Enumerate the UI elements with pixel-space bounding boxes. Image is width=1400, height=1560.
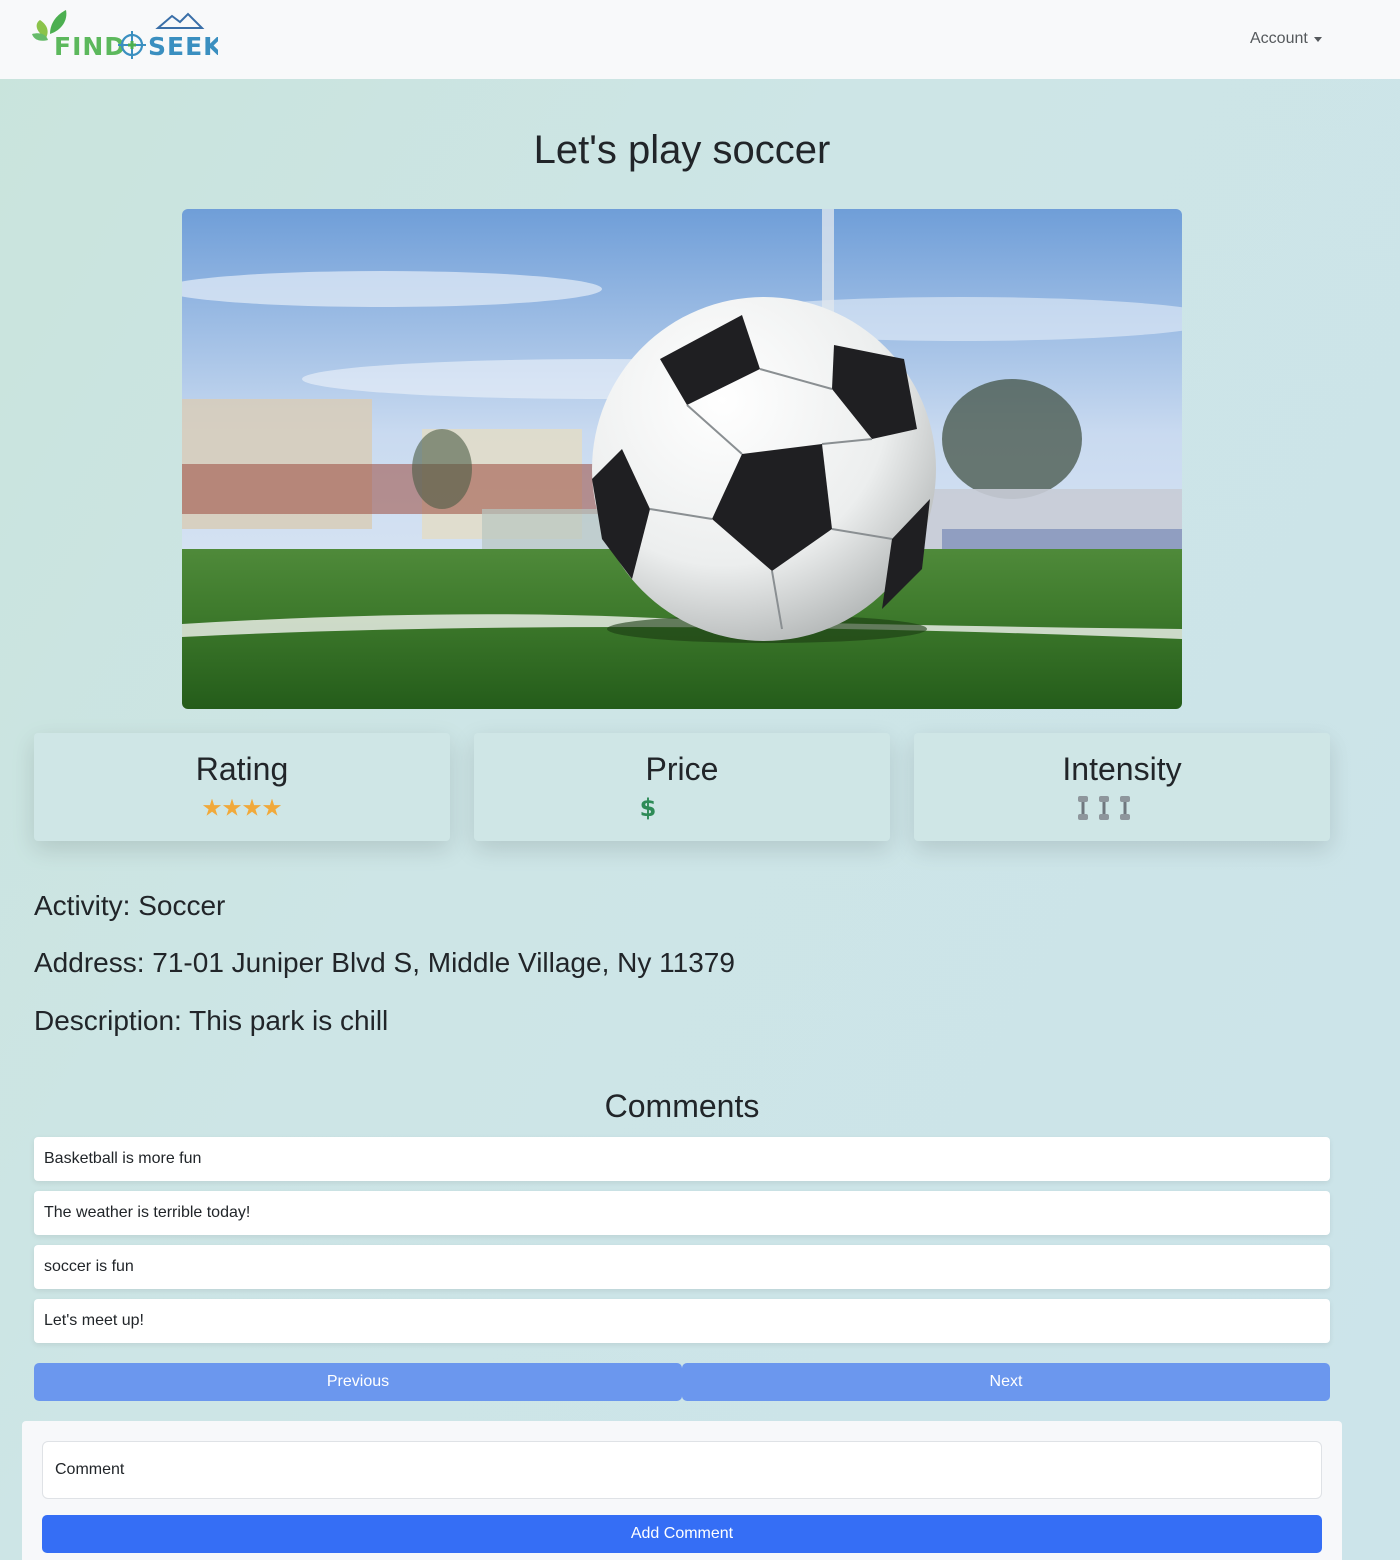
dumbbell-icon — [1120, 796, 1130, 820]
star-icon — [202, 798, 222, 816]
dumbbell-icon — [1099, 796, 1109, 820]
dollar-icon: $ — [639, 794, 657, 822]
navbar: FIND SEEK Account — [0, 0, 1400, 79]
next-button[interactable]: Next — [682, 1363, 1330, 1401]
comment-item: Let's meet up! — [34, 1299, 1330, 1343]
svg-text:FIND: FIND — [54, 32, 126, 61]
activity-image — [182, 209, 1182, 709]
intensity-indicator — [914, 794, 1294, 822]
page-title: Let's play soccer — [533, 128, 831, 172]
address-detail: Address: 71-01 Juniper Blvd S, Middle Vi… — [34, 947, 735, 978]
caret-down-icon — [1313, 37, 1322, 42]
rating-stars — [34, 794, 450, 822]
dumbbell-icon — [1078, 796, 1088, 820]
comment-form: Add Comment — [22, 1421, 1342, 1560]
logo-graphic: FIND SEEK — [32, 10, 218, 61]
star-icon — [222, 798, 242, 816]
comment-input[interactable] — [42, 1441, 1322, 1499]
previous-button[interactable]: Previous — [34, 1363, 682, 1401]
account-label: Account — [1250, 30, 1308, 47]
account-dropdown[interactable]: Account — [1250, 28, 1322, 50]
comment-item: The weather is terrible today! — [34, 1191, 1330, 1235]
rating-label: Rating — [195, 751, 289, 787]
description-detail: Description: This park is chill — [34, 1005, 389, 1036]
find-seek-logo[interactable]: FIND SEEK — [32, 8, 218, 66]
intensity-label: Intensity — [1062, 751, 1182, 787]
add-comment-button[interactable]: Add Comment — [42, 1515, 1322, 1553]
intensity-card: Intensity — [914, 733, 1330, 841]
activity-detail: Activity: Soccer — [34, 890, 226, 921]
star-icon — [262, 798, 282, 816]
svg-text:SEEK: SEEK — [148, 32, 218, 61]
price-card: Price $ — [474, 733, 890, 841]
comment-item: Basketball is more fun — [34, 1137, 1330, 1181]
comment-item: soccer is fun — [34, 1245, 1330, 1289]
price-label: Price — [645, 751, 719, 787]
comments-heading: Comments — [604, 1088, 760, 1124]
star-icon — [242, 798, 262, 816]
soccer-ball-photo — [182, 209, 1182, 709]
price-indicator: $ — [474, 794, 890, 822]
rating-card: Rating — [34, 733, 450, 841]
